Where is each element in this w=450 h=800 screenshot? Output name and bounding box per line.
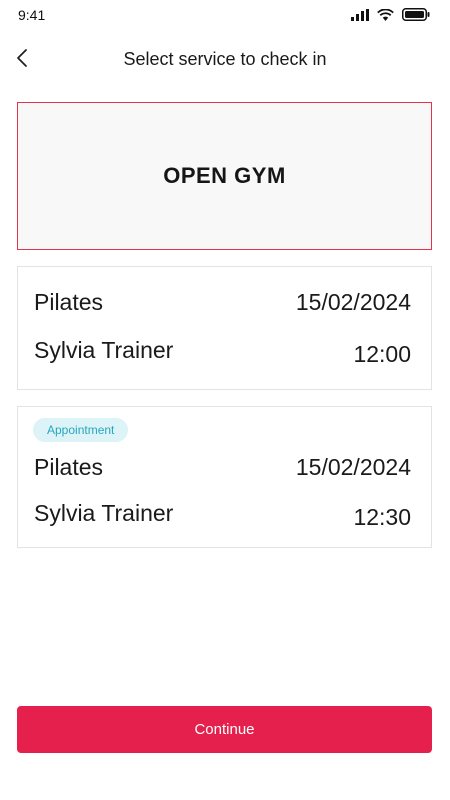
trainer-name: Sylvia Trainer (34, 500, 174, 526)
open-gym-card[interactable]: OPEN GYM (17, 102, 432, 250)
header: Select service to check in (0, 40, 450, 80)
signal-icon (351, 8, 369, 26)
battery-icon (402, 8, 430, 26)
service-row-bottom: Sylvia Trainer 12:30 (34, 500, 411, 530)
appointment-badge: Appointment (33, 418, 129, 442)
service-time: 12:30 (353, 504, 411, 530)
service-date: 15/02/2024 (295, 289, 411, 315)
open-gym-label: OPEN GYM (163, 163, 286, 188)
service-row-top: Pilates 15/02/2024 (34, 454, 411, 481)
service-card[interactable]: Appointment Pilates 15/02/2024 Sylvia Tr… (17, 406, 432, 548)
service-time: 12:00 (353, 341, 411, 367)
status-bar: 9:41 (0, 0, 450, 32)
service-name: Pilates (34, 454, 104, 480)
status-time: 9:41 (18, 7, 46, 23)
service-row-top: Pilates 15/02/2024 (34, 289, 411, 316)
trainer-name: Sylvia Trainer (34, 337, 174, 363)
service-row-bottom: Sylvia Trainer 12:00 (34, 337, 411, 367)
service-date: 15/02/2024 (295, 454, 411, 480)
page-title: Select service to check in (123, 49, 327, 69)
continue-button[interactable]: Continue (17, 706, 432, 753)
service-card[interactable]: Pilates 15/02/2024 Sylvia Trainer 12:00 (17, 266, 432, 390)
wifi-icon (377, 8, 394, 26)
status-icons (351, 8, 430, 26)
service-name: Pilates (34, 289, 104, 315)
